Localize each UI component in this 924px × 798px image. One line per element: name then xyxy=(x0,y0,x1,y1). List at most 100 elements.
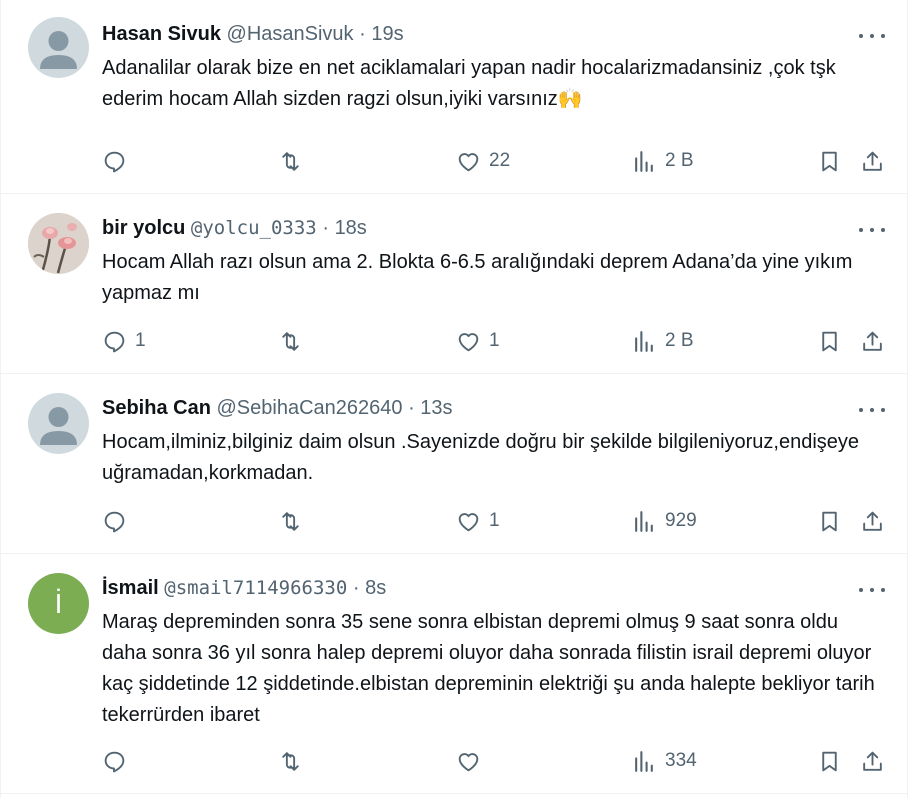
like-count: 1 xyxy=(489,330,500,351)
bookmark-icon xyxy=(822,151,837,171)
reply-button[interactable] xyxy=(102,746,135,776)
tweet-text: Maraş depreminden sonra 35 sene sonra el… xyxy=(102,611,875,726)
reply-icon xyxy=(104,751,125,772)
retweet-icon xyxy=(282,331,299,351)
views-button[interactable]: 929 xyxy=(632,506,697,536)
timestamp[interactable]: 19s xyxy=(371,23,403,45)
views-icon xyxy=(635,510,653,532)
avatar[interactable] xyxy=(28,393,89,454)
flower-photo-icon xyxy=(28,213,89,274)
share-button[interactable] xyxy=(860,746,885,776)
action-bar: 1 929 xyxy=(102,506,885,536)
share-button[interactable] xyxy=(860,326,885,356)
more-icon[interactable] xyxy=(859,580,885,600)
more-icon[interactable] xyxy=(859,400,885,420)
more-icon[interactable] xyxy=(859,220,885,240)
tweet-header: İsmail @smail7114966330 · 8s xyxy=(102,575,847,601)
more-icon[interactable] xyxy=(859,26,885,46)
avatar[interactable] xyxy=(28,213,89,274)
views-icon xyxy=(635,330,653,352)
avatar-letter: İ xyxy=(54,587,63,619)
display-name[interactable]: Hasan Sivuk xyxy=(102,23,221,45)
reply-button[interactable] xyxy=(102,506,135,536)
tweet-header: Sebiha Can @SebihaCan262640 · 13s xyxy=(102,395,847,421)
display-name[interactable]: bir yolcu xyxy=(102,217,185,239)
tweet-text: Hocam Allah razı olsun ama 2. Blokta 6-6… xyxy=(102,251,853,304)
user-handle[interactable]: @smail7114966330 xyxy=(164,577,347,599)
like-button[interactable]: 22 xyxy=(456,146,510,176)
avatar[interactable]: İ xyxy=(28,573,89,634)
retweet-icon xyxy=(282,511,299,531)
action-bar: 334 xyxy=(102,746,885,776)
user-handle[interactable]: @SebihaCan262640 xyxy=(216,397,402,419)
tweet[interactable]: Sebiha Can @SebihaCan262640 · 13s Hocam,… xyxy=(1,374,907,554)
like-button[interactable] xyxy=(456,746,489,776)
like-button[interactable]: 1 xyxy=(456,326,500,356)
user-handle[interactable]: @HasanSivuk xyxy=(227,23,354,45)
share-icon xyxy=(863,151,882,171)
heart-icon xyxy=(458,752,479,771)
tweet-header: bir yolcu @yolcu_0333 · 18s xyxy=(102,215,847,241)
default-avatar-icon xyxy=(40,31,77,69)
reply-count: 1 xyxy=(135,330,146,351)
action-bar: 22 2 B xyxy=(102,146,885,176)
bookmark-button[interactable] xyxy=(817,746,842,776)
reply-icon xyxy=(104,511,125,532)
view-count: 929 xyxy=(665,510,697,531)
retweet-icon xyxy=(282,751,299,771)
share-icon xyxy=(863,751,882,771)
share-button[interactable] xyxy=(860,506,885,536)
heart-icon xyxy=(458,332,479,351)
display-name[interactable]: İsmail xyxy=(102,577,159,599)
share-icon xyxy=(863,511,882,531)
view-count: 2 B xyxy=(665,150,694,171)
reply-icon xyxy=(104,151,125,172)
bookmark-icon xyxy=(822,331,837,351)
share-icon xyxy=(863,331,882,351)
separator-dot: · xyxy=(322,217,329,239)
bookmark-button[interactable] xyxy=(817,146,842,176)
views-button[interactable]: 2 B xyxy=(632,146,694,176)
avatar[interactable] xyxy=(28,17,89,78)
separator-dot: · xyxy=(352,577,360,599)
view-count: 334 xyxy=(665,750,697,771)
bookmark-icon xyxy=(822,751,837,771)
retweet-button[interactable] xyxy=(278,146,311,176)
timestamp[interactable]: 13s xyxy=(420,397,452,419)
tweet-text: Adanalilar olarak bize en net aciklamala… xyxy=(102,57,836,110)
bookmark-button[interactable] xyxy=(817,326,842,356)
view-count: 2 B xyxy=(665,330,694,351)
separator-dot: · xyxy=(408,397,415,419)
action-bar: 1 1 2 B xyxy=(102,326,885,356)
bookmark-icon xyxy=(822,511,837,531)
retweet-button[interactable] xyxy=(278,506,311,536)
tweet[interactable]: İ İsmail @smail7114966330 · 8s Maraş dep… xyxy=(1,554,907,794)
display-name[interactable]: Sebiha Can xyxy=(102,397,211,419)
tweet-header: Hasan Sivuk @HasanSivuk · 19s xyxy=(102,21,847,47)
retweet-icon xyxy=(282,151,299,171)
tweet[interactable]: bir yolcu @yolcu_0333 · 18s Hocam Allah … xyxy=(1,194,907,374)
reply-button[interactable] xyxy=(102,146,135,176)
timestamp[interactable]: 8s xyxy=(365,577,386,599)
share-button[interactable] xyxy=(860,146,885,176)
views-button[interactable]: 334 xyxy=(632,746,697,776)
views-icon xyxy=(635,150,653,172)
timestamp[interactable]: 18s xyxy=(335,217,367,239)
reply-feed: Hasan Sivuk @HasanSivuk · 19s Adanalilar… xyxy=(0,0,908,798)
separator-dot: · xyxy=(359,23,366,45)
bookmark-button[interactable] xyxy=(817,506,842,536)
like-count: 1 xyxy=(489,510,500,531)
reply-button[interactable]: 1 xyxy=(102,326,146,356)
like-count: 22 xyxy=(489,150,511,171)
tweet-text: Hocam,ilminiz,bilginiz daim olsun .Sayen… xyxy=(102,431,860,484)
reply-icon xyxy=(104,331,125,352)
views-icon xyxy=(635,750,653,772)
like-button[interactable]: 1 xyxy=(456,506,500,536)
retweet-button[interactable] xyxy=(278,326,311,356)
retweet-button[interactable] xyxy=(278,746,311,776)
user-handle[interactable]: @yolcu_0333 xyxy=(191,217,317,239)
default-avatar-icon xyxy=(40,407,77,445)
heart-icon xyxy=(458,512,479,531)
tweet[interactable]: Hasan Sivuk @HasanSivuk · 19s Adanalilar… xyxy=(1,0,907,194)
views-button[interactable]: 2 B xyxy=(632,326,694,356)
